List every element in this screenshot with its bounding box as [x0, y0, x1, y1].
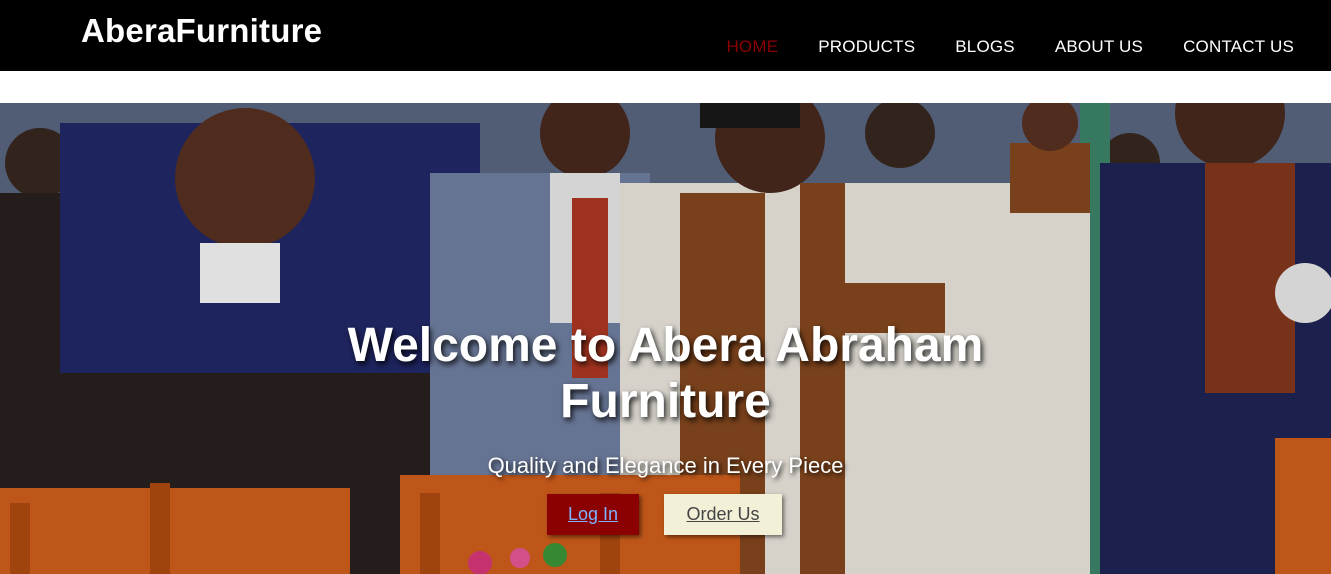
- brand-logo[interactable]: AberaFurniture: [81, 12, 322, 50]
- nav-item-contact: CONTACT US: [1183, 37, 1294, 57]
- order-button[interactable]: Order Us: [664, 494, 782, 535]
- hero-title-text: Welcome to Abera Abraham Furniture: [347, 319, 984, 428]
- login-button[interactable]: Log In: [547, 494, 639, 535]
- nav-item-products: PRODUCTS: [818, 37, 915, 57]
- nav-item-home: HOME: [726, 37, 778, 57]
- nav-item-blogs: BLOGS: [955, 37, 1015, 57]
- top-navbar: AberaFurniture HOME PRODUCTS BLOGS ABOUT…: [0, 0, 1331, 71]
- hero-subtitle: Quality and Elegance in Every Piece: [487, 453, 844, 478]
- main-nav: HOME PRODUCTS BLOGS ABOUT US CONTACT US: [726, 37, 1294, 57]
- nav-link-blogs[interactable]: BLOGS: [955, 37, 1015, 56]
- nav-link-home[interactable]: HOME: [726, 37, 778, 56]
- nav-link-products[interactable]: PRODUCTS: [818, 37, 915, 56]
- nav-item-about: ABOUT US: [1055, 37, 1143, 57]
- hero-banner: Welcome to Abera Abraham Furniture Quali…: [0, 103, 1331, 574]
- nav-link-contact[interactable]: CONTACT US: [1183, 37, 1294, 56]
- nav-link-about[interactable]: ABOUT US: [1055, 37, 1143, 56]
- hero-title: Welcome to Abera Abraham Furniture: [0, 318, 1331, 430]
